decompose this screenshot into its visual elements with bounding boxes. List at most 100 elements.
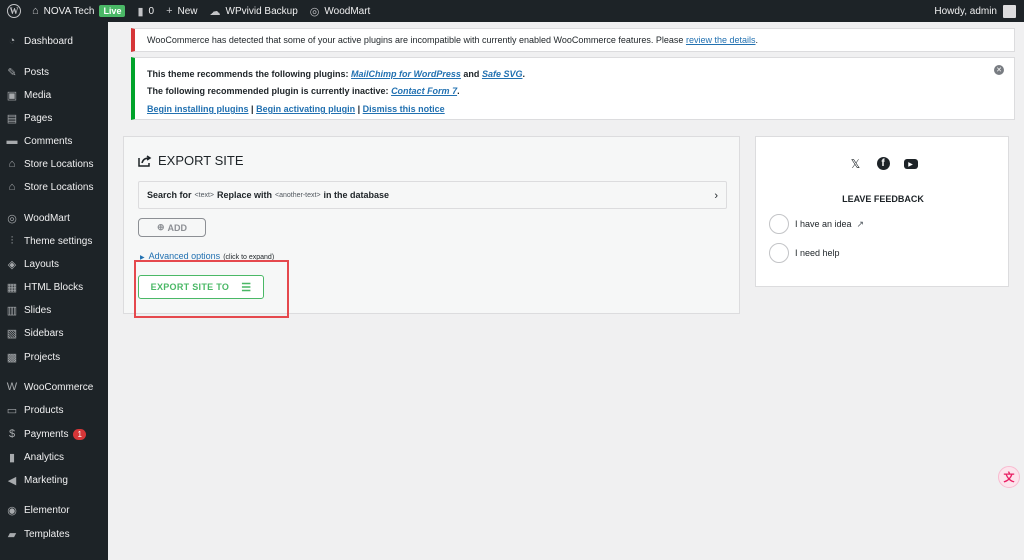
wordpress-logo-button[interactable]: W [2,0,26,22]
sidebar-icon: ▧ [6,327,18,340]
search-replace-row[interactable]: Search for <text> Replace with <another-… [138,181,727,209]
idea-option[interactable]: I have an idea ↗ [769,214,864,234]
site-name: NOVA Tech [43,5,95,17]
woodmart-link[interactable]: ◎ WoodMart [304,0,377,22]
cloud-icon: ☁ [209,5,221,18]
sidebar-item-templates[interactable]: ▰ Templates [0,523,108,545]
sidebar-item-woocommerce[interactable]: W WooCommerce [0,376,108,398]
sidebar-item-store-locations[interactable]: ⌂ Store Locations [0,153,108,175]
sidebar-item-media[interactable]: ▣ Media [0,84,108,106]
media-icon: ▣ [6,89,18,102]
page-icon: ▤ [6,112,18,125]
folder-icon: ▰ [7,528,17,541]
payments-badge: 1 [73,428,86,440]
sidebar-item-label: Pages [24,112,53,124]
sidebar-item-theme-settings[interactable]: ⫶ Theme settings [0,230,108,252]
mailchimp-link[interactable]: MailChimp for WordPress [351,69,461,79]
safe-svg-link[interactable]: Safe SVG [482,69,523,79]
sidebar-item-store-locations-2[interactable]: ⌂ Store Locations [0,176,108,198]
export-icon [138,154,152,167]
new-label: New [177,5,198,17]
close-icon[interactable]: ✕ [994,65,1004,75]
text-placeholder: <text> [194,191,214,199]
wpvivid-backup-link[interactable]: ☁ WPvivid Backup [204,0,304,22]
plus-circle-icon: ⊕ [156,222,165,232]
settings-icon: ⫶ [10,234,14,247]
review-details-link[interactable]: review the details [686,35,756,45]
sidebar-item-label: Projects [24,351,61,363]
youtube-icon[interactable]: ▶ [903,159,918,169]
account-menu[interactable]: Howdy, admin [934,0,1016,22]
sidebar-item-label: Store Locations [24,158,94,170]
sidebar-item-label: Payments [24,428,69,440]
highlight-box [134,260,289,318]
sidebar-item-label: Posts [24,66,50,78]
comment-icon: ▬ [6,135,18,147]
new-content-link[interactable]: + New [160,0,203,22]
sidebar-item-marketing[interactable]: ◀ Marketing [0,469,108,491]
notice-text: WooCommerce has detected that some of yo… [147,35,758,45]
sidebar-item-projects[interactable]: ▩ Projects [0,346,108,368]
sidebar-item-elementor[interactable]: ◉ Elementor [0,499,108,521]
sidebar-item-sidebars[interactable]: ▧ Sidebars [0,322,108,344]
separator: | [251,104,254,114]
sidebar-item-payments[interactable]: $ Payments 1 [0,423,108,445]
translate-icon[interactable]: 文 [998,466,1020,488]
feedback-panel: 𝕏 f ▶ LEAVE FEEDBACK I have an idea ↗ I … [755,136,1009,287]
contact-form-7-link[interactable]: Contact Form 7 [391,86,457,96]
comments-count: 0 [148,5,155,17]
sidebar-item-comments[interactable]: ▬ Comments [0,130,108,152]
products-icon: ▭ [6,404,18,417]
begin-installing-link[interactable]: Begin installing plugins [147,104,249,114]
feedback-title: LEAVE FEEDBACK [842,194,924,204]
sidebar-item-label: Marketing [24,474,68,486]
notice-and: and [463,69,480,79]
comments-link[interactable]: ▮ 0 [131,0,160,22]
briefcase-icon: ▩ [6,351,18,364]
idea-label: I have an idea [795,219,852,229]
woodmart-icon: ◎ [309,5,320,18]
sidebar-item-label: Theme settings [24,235,93,247]
sidebar-item-label: Store Locations [24,181,94,193]
add-button[interactable]: ⊕ ADD [138,218,206,237]
sidebar-item-label: Slides [24,304,52,316]
sidebar-item-layouts[interactable]: ◈ Layouts [0,253,108,275]
in-db-label: in the database [323,190,390,200]
sidebar-item-woodmart[interactable]: ◎ WoodMart [0,207,108,229]
pin-icon: ✎ [7,66,17,79]
notice-period: . [522,69,525,79]
woodmart-label: WoodMart [324,5,371,17]
woodmart-icon: ◎ [7,212,17,225]
recommended-plugins-notice: This theme recommends the following plug… [131,57,1015,120]
howdy-text: Howdy, admin [934,5,997,17]
social-links: 𝕏 f ▶ [756,157,1010,171]
dismiss-notice-link[interactable]: Dismiss this notice [363,104,445,114]
chart-icon: ▮ [8,451,16,464]
sidebar-item-posts[interactable]: ✎ Posts [0,61,108,83]
site-name-link[interactable]: ⌂ NOVA Tech Live [26,0,131,22]
external-link-icon: ↗ [856,218,865,229]
notice-prefix: The following recommended plugin is curr… [147,86,389,96]
sidebar-item-slides[interactable]: ▥ Slides [0,299,108,321]
plus-icon: + [166,5,173,17]
help-option[interactable]: I need help [769,243,840,263]
sidebar-item-label: Elementor [24,504,70,516]
sidebar-item-label: Layouts [24,258,60,270]
export-title: EXPORT SITE [158,153,244,168]
sidebar-item-label: Media [24,89,52,101]
x-twitter-icon[interactable]: 𝕏 [849,157,863,171]
sidebar-item-pages[interactable]: ▤ Pages [0,107,108,129]
begin-activating-link[interactable]: Begin activating plugin [256,104,355,114]
sidebar-item-html-blocks[interactable]: ▦ HTML Blocks [0,276,108,298]
facebook-icon[interactable]: f [876,157,890,170]
sidebar-item-label: Comments [24,135,73,147]
radio-circle[interactable] [769,243,789,263]
notice-message: WooCommerce has detected that some of yo… [147,35,684,45]
sidebar-item-products[interactable]: ▭ Products [0,399,108,421]
slides-icon: ▥ [6,304,18,317]
separator: | [357,104,361,114]
radio-circle[interactable] [769,214,789,234]
sidebar-item-dashboard[interactable]: ◔ Dashboard [0,30,108,52]
sidebar-item-analytics[interactable]: ▮ Analytics [0,446,108,468]
html-icon: ▦ [6,281,18,294]
